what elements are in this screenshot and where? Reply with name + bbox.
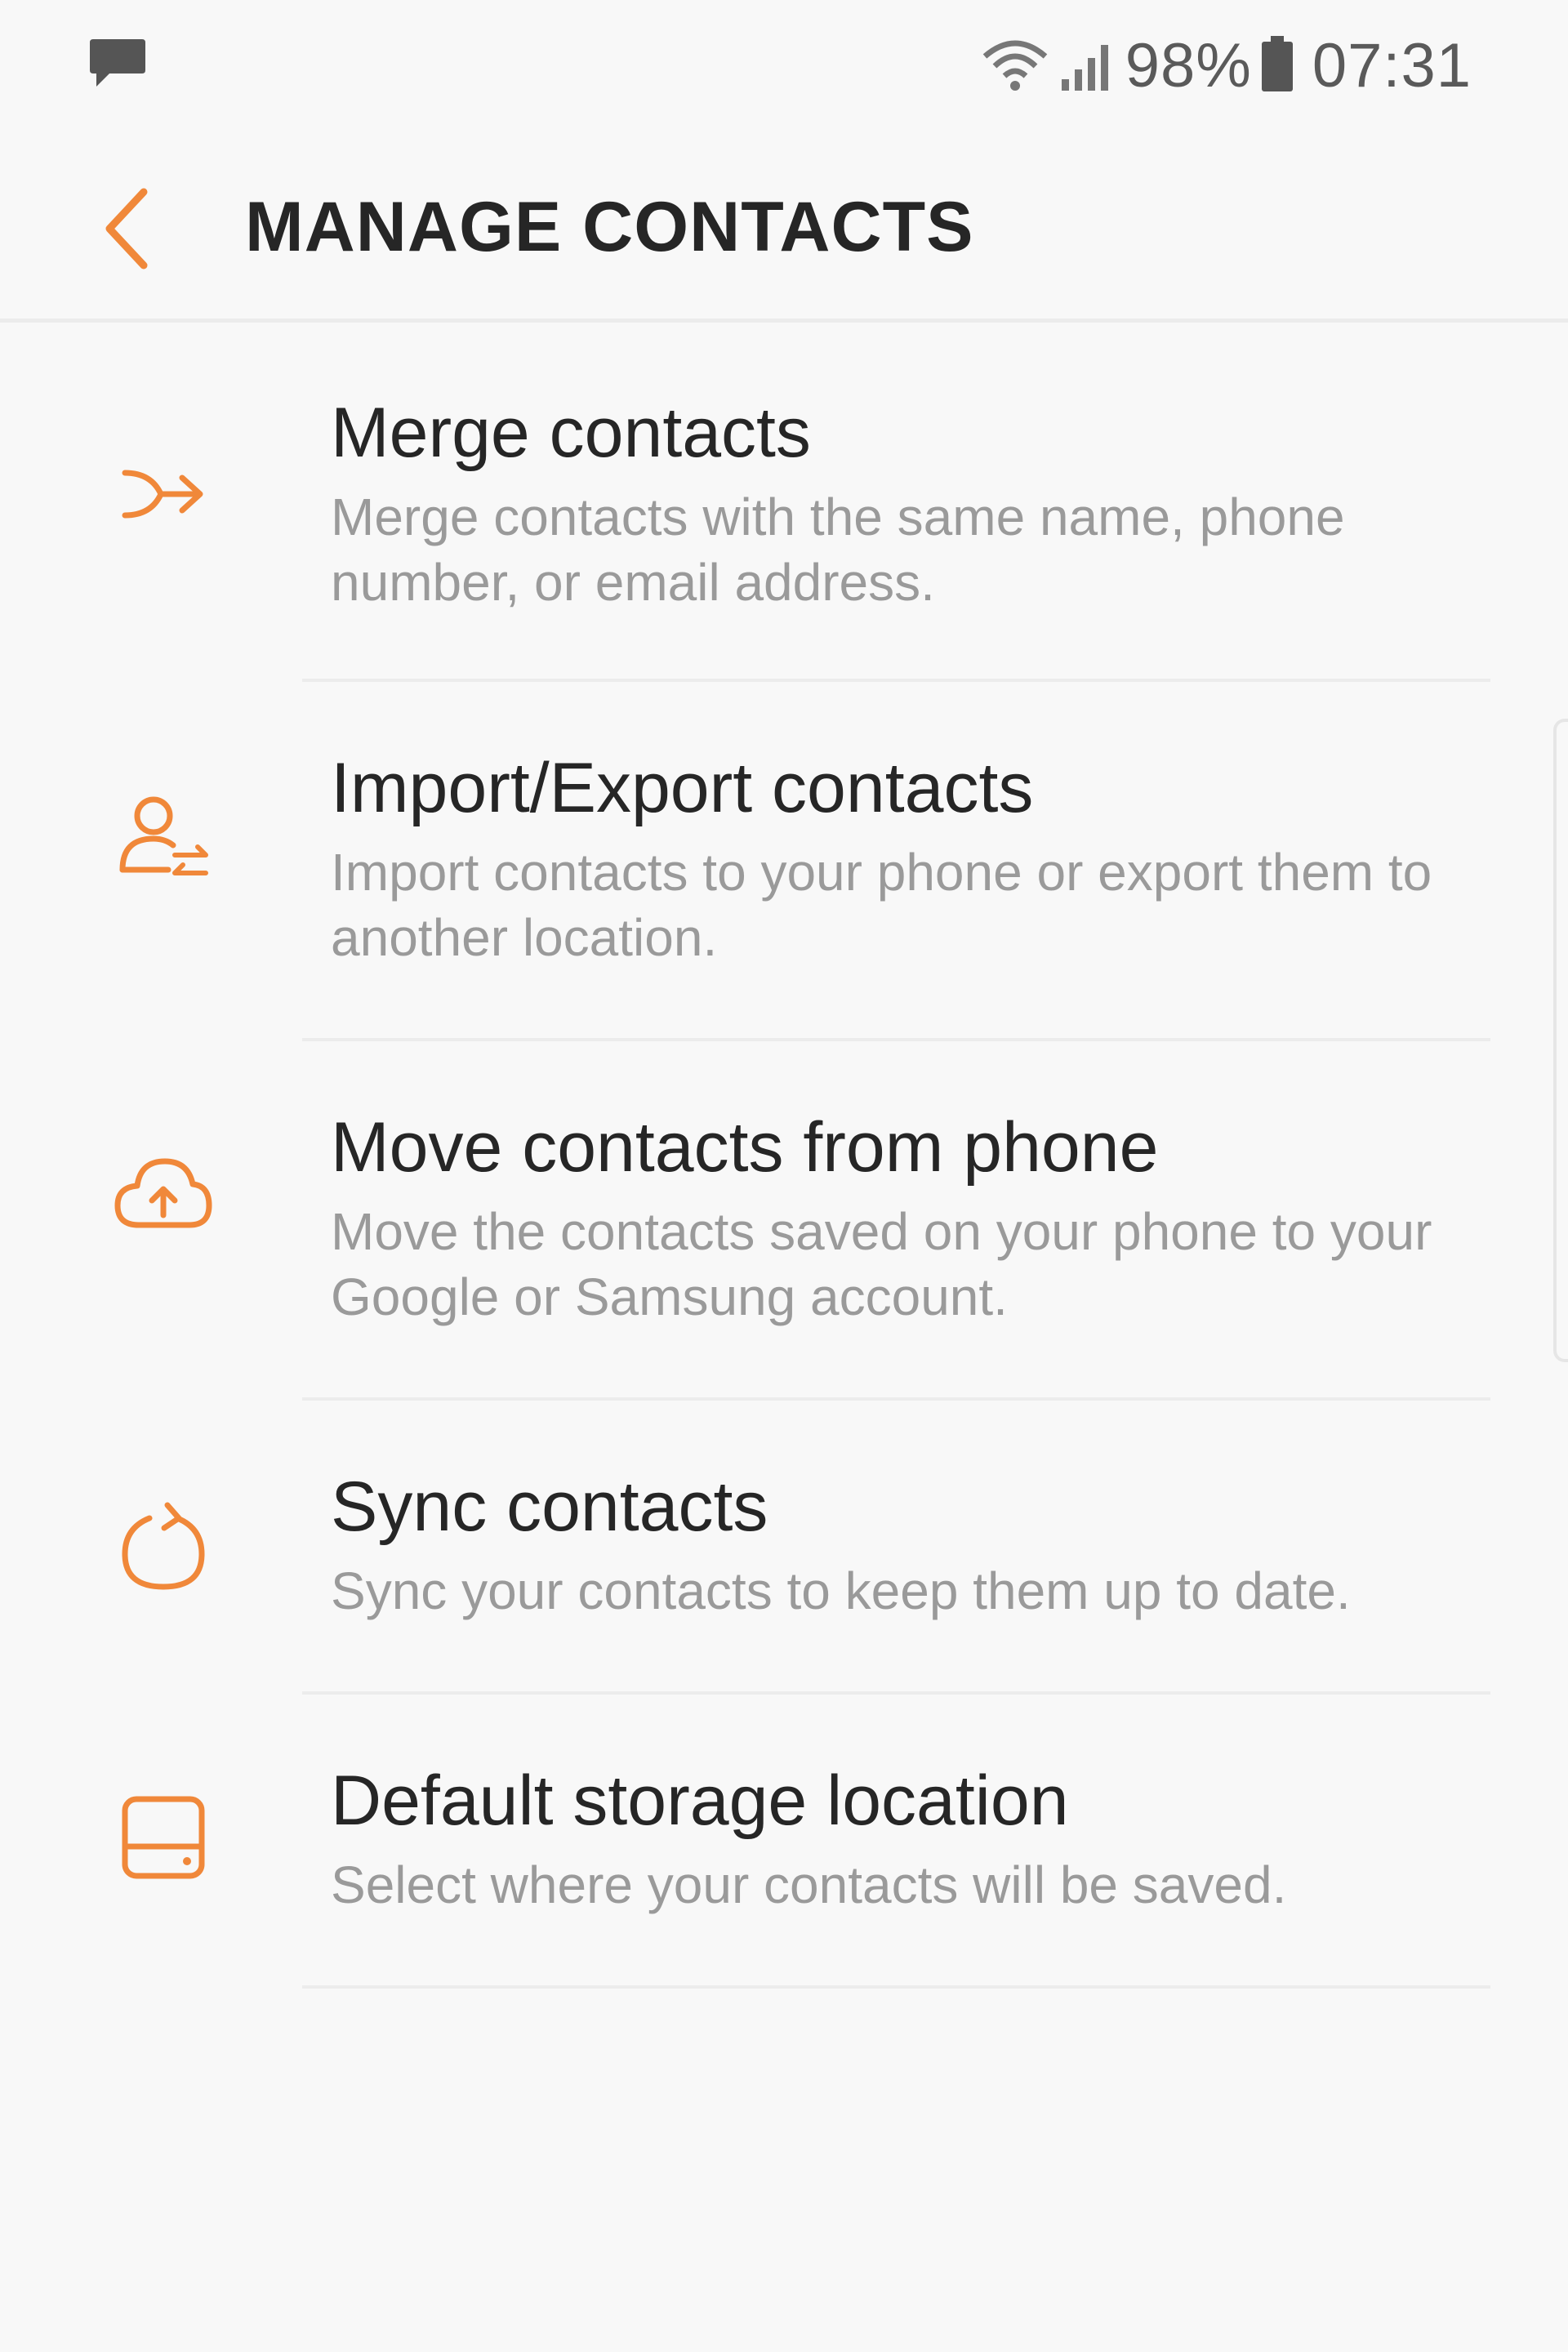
list-item-text: Sync contacts Sync your contacts to keep… [331,1462,1446,1624]
item-description: Move the contacts saved on your phone to… [331,1202,1432,1326]
item-title: Default storage location [331,1762,1069,1840]
divider [302,1985,1490,1989]
item-title: Merge contacts [331,394,811,472]
wifi-icon [980,35,1050,96]
list-item-merge-contacts[interactable]: Merge contacts Merge contacts with the s… [0,323,1568,682]
import-export-icon [106,780,220,894]
item-description: Import contacts to your phone or export … [331,843,1432,967]
item-title: Sync contacts [331,1468,768,1546]
item-title: Move contacts from phone [331,1108,1159,1187]
list-item-text: Move contacts from phone Move the contac… [331,1102,1446,1330]
item-description: Select where your contacts will be saved… [331,1855,1287,1914]
clock: 07:31 [1312,30,1472,100]
list-item-sync-contacts[interactable]: Sync contacts Sync your contacts to keep… [0,1401,1568,1695]
list-item-default-storage[interactable]: Default storage location Select where yo… [0,1695,1568,1989]
status-bar: 98% 07:31 [0,0,1568,131]
status-indicators: 98% 07:31 [980,24,1472,106]
back-button[interactable] [82,172,172,286]
item-description: Sync your contacts to keep them up to da… [331,1561,1351,1620]
storage-icon [106,1780,220,1895]
list-item-import-export-contacts[interactable]: Import/Export contacts Import contacts t… [0,682,1568,1041]
list-item-text: Merge contacts Merge contacts with the s… [331,388,1446,615]
list-item-move-contacts[interactable]: Move contacts from phone Move the contac… [0,1041,1568,1401]
scroll-indicator[interactable] [1553,719,1568,1362]
app-bar: MANAGE CONTACTS [0,131,1568,323]
page-title: MANAGE CONTACTS [245,188,974,266]
merge-icon [106,437,220,551]
signal-icon [1058,35,1117,96]
battery-icon [1260,34,1294,97]
list-item-text: Import/Export contacts Import contacts t… [331,743,1446,970]
item-description: Merge contacts with the same name, phone… [331,488,1345,612]
options-list: Merge contacts Merge contacts with the s… [0,323,1568,1989]
message-icon [88,36,147,90]
item-title: Import/Export contacts [331,749,1034,827]
list-item-text: Default storage location Select where yo… [331,1756,1446,1918]
sync-icon [106,1490,220,1605]
chevron-left-icon [105,188,148,270]
cloud-upload-icon [106,1139,220,1254]
battery-percent: 98% [1125,30,1252,100]
